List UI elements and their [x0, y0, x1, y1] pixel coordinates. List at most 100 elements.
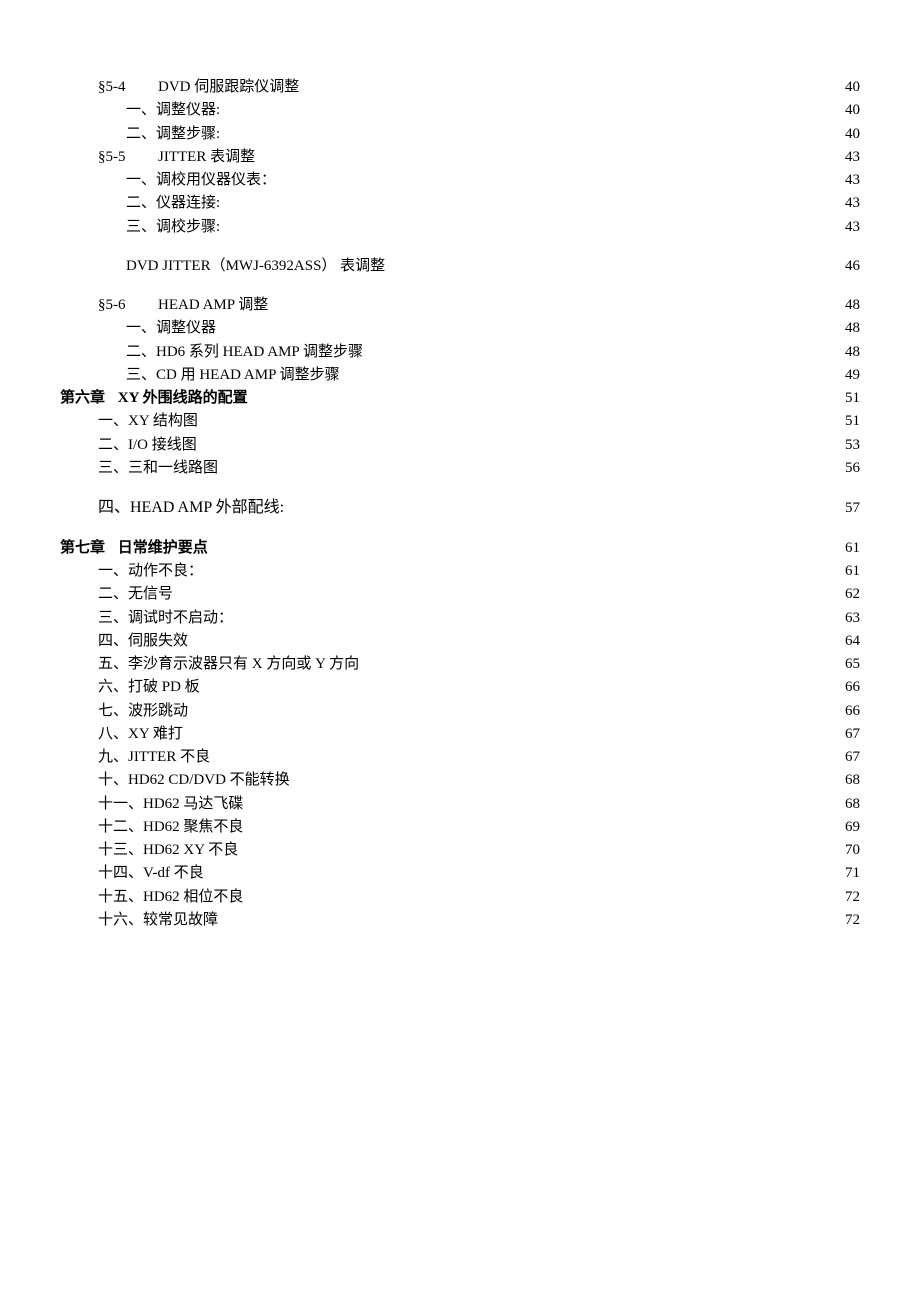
- toc-page-number: 40: [845, 99, 860, 122]
- toc-entry: §5-4DVD 伺服跟踪仪调整40: [60, 76, 860, 99]
- toc-chapter-title: XY 外围线路的配置: [118, 387, 248, 410]
- toc-subentry-title: 十、HD62 CD/DVD 不能转换: [98, 769, 290, 792]
- toc-page-number: 63: [845, 607, 860, 630]
- toc-subentry-title: 一、调整仪器:: [126, 99, 220, 122]
- toc-entry-label: 十、HD62 CD/DVD 不能转换: [98, 769, 290, 792]
- toc-entry-label: 二、仪器连接:: [126, 192, 220, 215]
- toc-entry-label: 三、CD 用 HEAD AMP 调整步骤: [126, 364, 340, 387]
- toc-page-number: 68: [845, 793, 860, 816]
- toc-entry: 二、无信号 62: [60, 583, 860, 606]
- toc-entry: 一、调整仪器: 40: [60, 99, 860, 122]
- toc-page-number: 72: [845, 909, 860, 932]
- toc-entry: 十三、HD62 XY 不良 70: [60, 839, 860, 862]
- toc-entry: §5-5JITTER 表调整 43: [60, 146, 860, 169]
- toc-entry: 六、打破 PD 板66: [60, 676, 860, 699]
- toc-page-number: 67: [845, 746, 860, 769]
- toc-entry: §5-6HEAD AMP 调整48: [60, 294, 860, 317]
- toc-entry: 十一、HD62 马达飞碟 68: [60, 793, 860, 816]
- toc-page-number: 53: [845, 434, 860, 457]
- toc-subentry-title: 五、李沙育示波器只有 X 方向或 Y 方向: [98, 653, 359, 676]
- toc-subentry-title: 三、CD 用 HEAD AMP 调整步骤: [126, 364, 340, 387]
- toc-page-number: 43: [845, 216, 860, 239]
- toc-page-number: 46: [845, 255, 860, 278]
- toc-entry: 三、三和一线路图56: [60, 457, 860, 480]
- toc-entry-label: 四、HEAD AMP 外部配线:: [98, 496, 284, 521]
- table-of-contents: §5-4DVD 伺服跟踪仪调整40一、调整仪器: 40二、调整步骤: 40 §5-5J…: [60, 76, 860, 932]
- toc-page-number: 49: [845, 364, 860, 387]
- toc-page-number: 70: [845, 839, 860, 862]
- toc-entry: 十四、V-df 不良 71: [60, 862, 860, 885]
- toc-entry: 第七章 日常维护要点 61: [60, 537, 860, 560]
- toc-page-number: 61: [845, 537, 860, 560]
- toc-entry: 十六、较常见故障 72: [60, 909, 860, 932]
- toc-entry-label: 四、伺服失效: [98, 630, 188, 653]
- toc-entry-label: 三、三和一线路图: [98, 457, 218, 480]
- toc-page-number: 51: [845, 410, 860, 433]
- toc-subentry-title: 九、JITTER 不良: [98, 746, 210, 769]
- toc-chapter-number: 第六章: [60, 387, 114, 410]
- toc-section-number: §5-4: [98, 76, 158, 99]
- toc-entry: 四、伺服失效 64: [60, 630, 860, 653]
- toc-page-number: 62: [845, 583, 860, 606]
- toc-entry-label: §5-6HEAD AMP 调整: [98, 294, 268, 317]
- toc-entry: 四、HEAD AMP 外部配线:57: [60, 496, 860, 521]
- toc-entry-label: §5-4DVD 伺服跟踪仪调整: [98, 76, 299, 99]
- toc-page-number: 43: [845, 192, 860, 215]
- toc-section-title: DVD 伺服跟踪仪调整: [158, 76, 299, 99]
- toc-chapter-number: 第七章: [60, 537, 114, 560]
- toc-entry-label: 五、李沙育示波器只有 X 方向或 Y 方向: [98, 653, 359, 676]
- toc-page-number: 48: [845, 317, 860, 340]
- toc-entry-label: 十一、HD62 马达飞碟: [98, 793, 243, 816]
- toc-entry-label: 第六章 XY 外围线路的配置: [60, 387, 248, 410]
- toc-subentry-title: 一、调整仪器: [126, 317, 216, 340]
- toc-subentry-title: 十一、HD62 马达飞碟: [98, 793, 243, 816]
- toc-subentry-title: 十四、V-df 不良: [98, 862, 204, 885]
- toc-subentry-title: 十二、HD62 聚焦不良: [98, 816, 243, 839]
- toc-entry: 三、CD 用 HEAD AMP 调整步骤 49: [60, 364, 860, 387]
- toc-page-number: 66: [845, 700, 860, 723]
- toc-page-number: 43: [845, 146, 860, 169]
- toc-entry: 二、HD6 系列 HEAD AMP 调整步骤48: [60, 341, 860, 364]
- toc-subentry-title: 二、仪器连接:: [126, 192, 220, 215]
- toc-subentry-title: 八、XY 难打: [98, 723, 183, 746]
- toc-subentry-title: 一、动作不良：: [98, 560, 203, 583]
- toc-entry-label: 一、动作不良：: [98, 560, 203, 583]
- toc-subentry-title: 七、波形跳动: [98, 700, 188, 723]
- toc-entry-label: 二、I/O 接线图: [98, 434, 197, 457]
- toc-entry-label: 一、调校用仪器仪表：: [126, 169, 276, 192]
- toc-section-number: §5-6: [98, 294, 158, 317]
- toc-entry-label: 一、调整仪器: [126, 317, 216, 340]
- toc-entry: 五、李沙育示波器只有 X 方向或 Y 方向65: [60, 653, 860, 676]
- toc-section-title: HEAD AMP 调整: [158, 294, 268, 317]
- toc-subentry-title: 二、HD6 系列 HEAD AMP 调整步骤: [126, 341, 363, 364]
- toc-entry: 九、JITTER 不良 67: [60, 746, 860, 769]
- toc-entry-label: 三、调校步骤:: [126, 216, 220, 239]
- toc-subentry-title: 十三、HD62 XY 不良: [98, 839, 238, 862]
- toc-entry: 十五、HD62 相位不良72: [60, 886, 860, 909]
- toc-entry-label: 六、打破 PD 板: [98, 676, 200, 699]
- toc-page-number: 71: [845, 862, 860, 885]
- toc-page-number: 72: [845, 886, 860, 909]
- toc-section-number: §5-5: [98, 146, 158, 169]
- toc-page-number: 64: [845, 630, 860, 653]
- toc-entry-label: 三、调试时不启动：: [98, 607, 233, 630]
- toc-entry: 第六章 XY 外围线路的配置 51: [60, 387, 860, 410]
- toc-entry-label: 二、调整步骤:: [126, 123, 220, 146]
- toc-section-title: JITTER 表调整: [158, 146, 255, 169]
- toc-page-number: 51: [845, 387, 860, 410]
- toc-entry: 三、调校步骤: 43: [60, 216, 860, 239]
- toc-entry-label: 二、无信号: [98, 583, 173, 606]
- toc-chapter-title: 日常维护要点: [118, 537, 208, 560]
- toc-subentry-title: 二、调整步骤:: [126, 123, 220, 146]
- toc-entry-label: 十六、较常见故障: [98, 909, 218, 932]
- toc-subentry-title: 二、I/O 接线图: [98, 434, 197, 457]
- toc-entry-label: §5-5JITTER 表调整: [98, 146, 255, 169]
- toc-subentry-title: 四、HEAD AMP 外部配线:: [98, 496, 284, 521]
- toc-entry: 十二、HD62 聚焦不良 69: [60, 816, 860, 839]
- toc-subentry-title: 十六、较常见故障: [98, 909, 218, 932]
- toc-entry-label: 一、调整仪器:: [126, 99, 220, 122]
- toc-entry-label: 一、XY 结构图: [98, 410, 198, 433]
- toc-subentry-title: 一、XY 结构图: [98, 410, 198, 433]
- toc-page-number: 69: [845, 816, 860, 839]
- toc-entry-label: 十二、HD62 聚焦不良: [98, 816, 243, 839]
